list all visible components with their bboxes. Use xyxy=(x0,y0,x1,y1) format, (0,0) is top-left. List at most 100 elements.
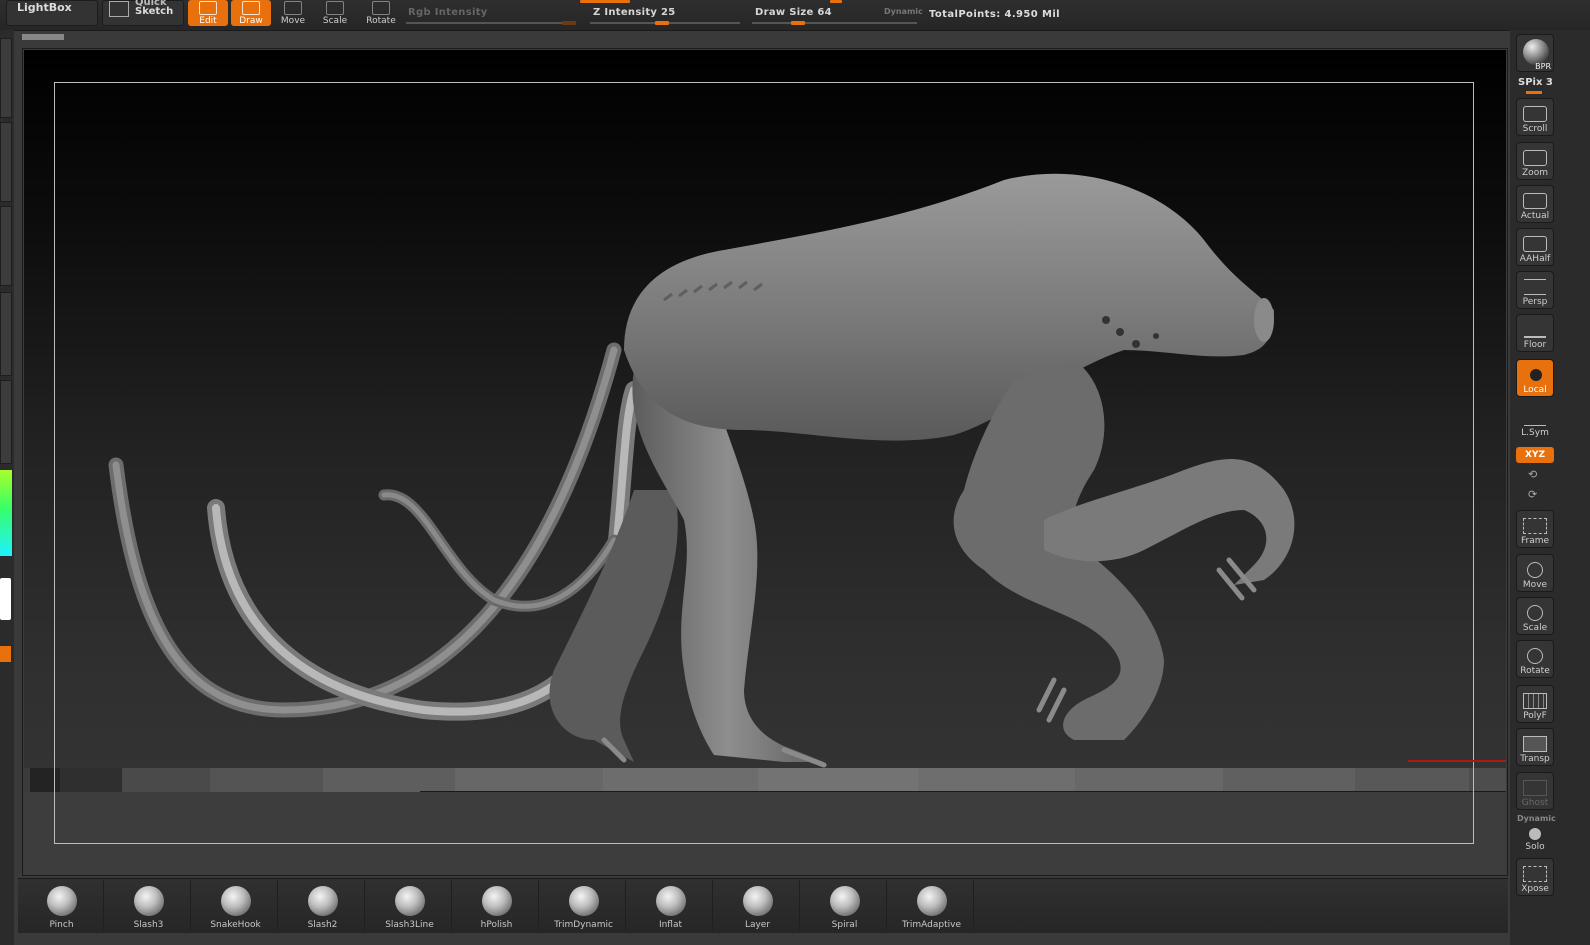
lsym-label: L.Sym xyxy=(1521,428,1549,438)
actual-label: Actual xyxy=(1520,211,1550,221)
rotate-view-label: Rotate xyxy=(1520,666,1550,676)
lightbox-button[interactable]: LightBox xyxy=(6,0,98,26)
move-label: Move xyxy=(280,16,306,26)
ghost-label: Ghost xyxy=(1521,798,1549,808)
floor-grid-icon xyxy=(1524,322,1546,338)
red-axis-line xyxy=(1408,760,1506,762)
brush-inflat[interactable]: Inflat xyxy=(629,880,713,930)
brush-snakehook[interactable]: SnakeHook xyxy=(194,880,278,930)
brush-thumbnail-icon xyxy=(742,886,773,916)
scale-button[interactable]: Scale xyxy=(316,0,354,26)
brush-spiral[interactable]: Spiral xyxy=(803,880,887,930)
brush-label: Slash2 xyxy=(307,920,338,930)
z-rotate-icon[interactable]: ⟳ xyxy=(1528,488,1537,501)
dynamic-toggle[interactable]: Dynamic xyxy=(884,7,923,16)
xyz-rotation-button[interactable]: XYZ xyxy=(1516,447,1554,463)
xyz-label: XYZ xyxy=(1525,450,1545,460)
draw-size-slider[interactable]: Draw Size 64 xyxy=(755,7,832,18)
brush-trimadaptive[interactable]: TrimAdaptive xyxy=(890,880,974,930)
xpose-icon xyxy=(1523,866,1547,882)
top-toolbar: LightBox Quick Sketch Edit Draw Move Sca… xyxy=(0,0,1590,31)
draw-button[interactable]: Draw xyxy=(231,0,271,26)
brush-label: TrimAdaptive xyxy=(902,920,961,930)
scale-view-button[interactable]: Scale xyxy=(1516,597,1554,635)
brush-pinch[interactable]: Pinch xyxy=(20,880,104,930)
draw-size-track[interactable] xyxy=(752,22,917,24)
quick-sketch-label-bottom: Sketch xyxy=(135,6,174,17)
left-panel-tab-3[interactable] xyxy=(0,206,12,286)
draw-icon xyxy=(242,1,260,15)
brush-thumbnail-icon xyxy=(46,886,77,916)
ghost-button[interactable]: Ghost xyxy=(1516,772,1554,810)
color-picker[interactable] xyxy=(0,470,12,556)
draw-size-knob[interactable] xyxy=(791,21,805,25)
spix-knob[interactable] xyxy=(1526,91,1542,94)
left-panel-tab-4[interactable] xyxy=(0,292,12,376)
left-panel-tab-1[interactable] xyxy=(0,38,12,118)
brush-layer[interactable]: Layer xyxy=(716,880,800,930)
brush-label: Pinch xyxy=(49,920,74,930)
lightbox-label: LightBox xyxy=(17,1,72,14)
xpose-button[interactable]: Xpose xyxy=(1516,858,1554,896)
spix-slider[interactable]: SPix 3 xyxy=(1518,77,1553,88)
scale-icon xyxy=(326,1,344,15)
move-icon xyxy=(284,1,302,15)
main-color-swatch[interactable] xyxy=(0,578,11,620)
left-panel-tab-2[interactable] xyxy=(0,122,12,202)
actual-button[interactable]: Actual xyxy=(1516,185,1554,223)
edit-button[interactable]: Edit xyxy=(188,0,228,26)
brush-label: SnakeHook xyxy=(210,920,261,930)
transp-label: Transp xyxy=(1520,754,1550,764)
brush-slash3[interactable]: Slash3 xyxy=(107,880,191,930)
brush-thumbnail-icon xyxy=(394,886,425,916)
rgb-intensity-knob[interactable] xyxy=(562,21,576,25)
aahalf-button[interactable]: AAHalf xyxy=(1516,228,1554,266)
floor-button[interactable]: Floor xyxy=(1516,314,1554,352)
left-panel-tab-5[interactable] xyxy=(0,380,12,464)
secondary-color-swatch[interactable] xyxy=(0,646,11,662)
brush-label: Inflat xyxy=(658,920,683,930)
floor-edge-line xyxy=(420,791,1506,792)
total-points-readout: TotalPoints: 4.950 Mil xyxy=(929,9,1060,20)
brush-hpolish[interactable]: hPolish xyxy=(455,880,539,930)
creature-sculpt-model[interactable] xyxy=(24,50,1506,790)
rgb-intensity-track[interactable] xyxy=(406,22,576,24)
move-view-button[interactable]: Move xyxy=(1516,554,1554,592)
z-intensity-knob[interactable] xyxy=(655,21,669,25)
brush-label: hPolish xyxy=(480,920,513,930)
symmetry-arrows-icon xyxy=(1524,411,1546,426)
brush-trimdynamic[interactable]: TrimDynamic xyxy=(542,880,626,930)
solo-button[interactable]: Solo xyxy=(1516,815,1554,853)
polyf-button[interactable]: PolyF xyxy=(1516,685,1554,723)
frame-button[interactable]: Frame xyxy=(1516,510,1554,548)
persp-button[interactable]: Persp xyxy=(1516,271,1554,309)
xpose-label: Xpose xyxy=(1521,884,1549,894)
brush-slash2[interactable]: Slash2 xyxy=(281,880,365,930)
brush-slash3line[interactable]: Slash3Line xyxy=(368,880,452,930)
local-button[interactable]: Local xyxy=(1516,359,1554,397)
brush-thumbnail-icon xyxy=(916,886,947,916)
brush-label: Layer xyxy=(744,920,771,930)
scale-view-label: Scale xyxy=(1522,623,1548,633)
bpr-render-button[interactable]: BPR xyxy=(1516,34,1554,72)
transp-button[interactable]: Transp xyxy=(1516,728,1554,766)
ghost-icon xyxy=(1523,780,1547,796)
rotate-view-button[interactable]: Rotate xyxy=(1516,640,1554,678)
quick-sketch-button[interactable]: Quick Sketch xyxy=(102,0,184,26)
top-orange-indicator-2 xyxy=(830,0,842,3)
rotate-view-icon xyxy=(1527,648,1543,664)
top-orange-indicator xyxy=(580,0,630,3)
lsym-button[interactable]: L.Sym xyxy=(1516,405,1554,439)
move-button[interactable]: Move xyxy=(274,0,312,26)
brush-thumbnail-icon xyxy=(481,886,512,916)
persp-label: Persp xyxy=(1522,297,1548,307)
rotate-button[interactable]: Rotate xyxy=(360,0,402,26)
zoom-button[interactable]: Zoom xyxy=(1516,142,1554,180)
scale-label: Scale xyxy=(322,16,348,26)
rgb-intensity-slider[interactable]: Rgb Intensity xyxy=(408,7,488,18)
scroll-button[interactable]: Scroll xyxy=(1516,98,1554,136)
y-rotate-icon[interactable]: ⟲ xyxy=(1528,468,1537,481)
frame-label: Frame xyxy=(1520,536,1550,546)
progress-indicator xyxy=(22,34,64,40)
z-intensity-slider[interactable]: Z Intensity 25 xyxy=(593,7,676,18)
